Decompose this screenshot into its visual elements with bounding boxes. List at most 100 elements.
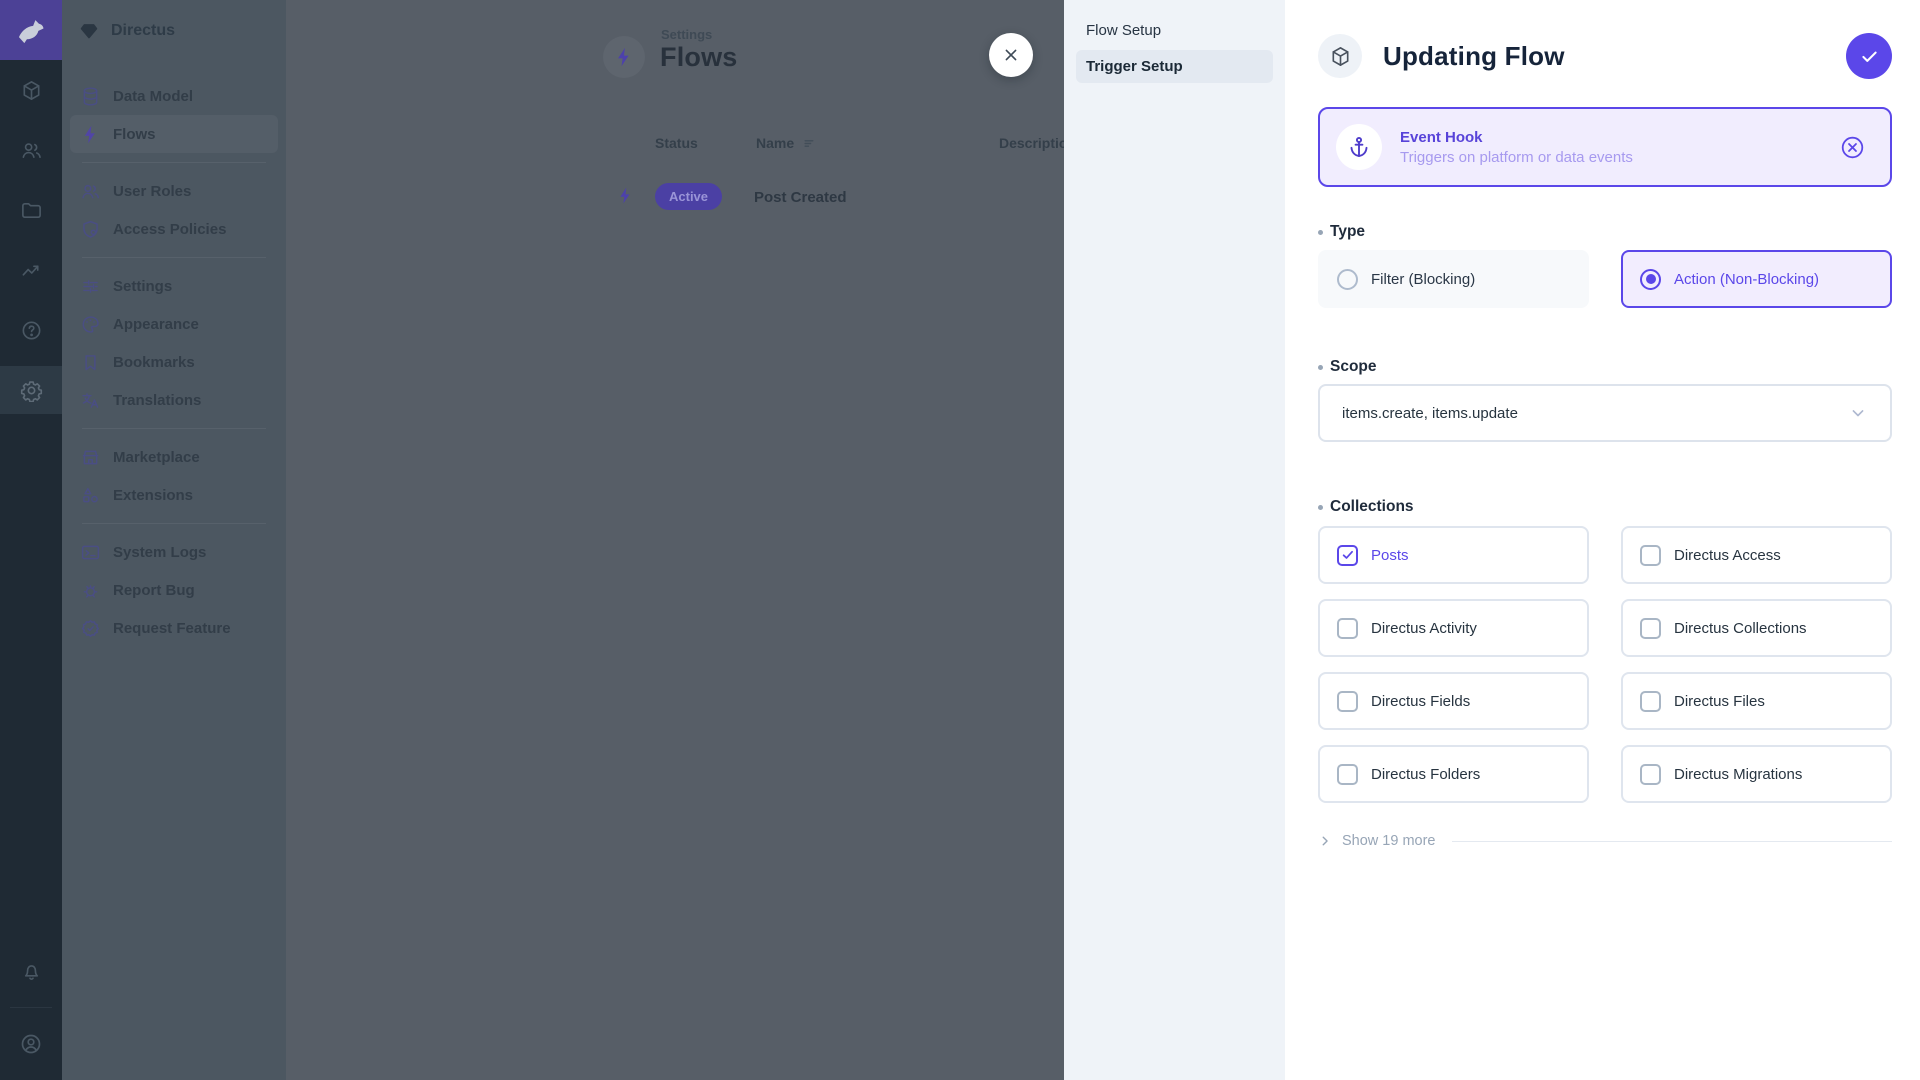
sidebar-item-settings[interactable]: Settings: [70, 267, 278, 305]
checkbox-directus-fields[interactable]: Directus Fields: [1318, 672, 1589, 730]
sidebar-item-extensions[interactable]: Extensions: [70, 476, 278, 514]
status-badge[interactable]: Active: [655, 183, 722, 210]
radio-icon: [1640, 269, 1661, 290]
palette-icon: [80, 314, 101, 335]
module-bar-divider: [10, 1007, 52, 1008]
field-label-collections: Collections: [1318, 498, 1892, 516]
sidebar-item-request-feature[interactable]: Request Feature: [70, 609, 278, 647]
radio-action-non-blocking[interactable]: Action (Non-Blocking): [1621, 250, 1892, 308]
project-header[interactable]: Directus: [62, 0, 286, 62]
drawer-title-icon-circle: [1318, 34, 1362, 78]
checkbox-icon: [1640, 691, 1661, 712]
drawer-title: Updating Flow: [1383, 41, 1565, 72]
sidebar-item-bookmarks[interactable]: Bookmarks: [70, 343, 278, 381]
users-icon: [20, 139, 43, 162]
bolt-icon: [80, 124, 101, 145]
sidebar-item-label: User Roles: [113, 183, 191, 200]
module-files[interactable]: [0, 180, 62, 240]
project-nav: Directus Data Model Flows User Roles Acc…: [62, 0, 286, 1080]
sidebar-item-access-policies[interactable]: Access Policies: [70, 210, 278, 248]
remove-trigger-button[interactable]: [1839, 134, 1866, 161]
sidebar-item-report-bug[interactable]: Report Bug: [70, 571, 278, 609]
checkbox-directus-migrations[interactable]: Directus Migrations: [1621, 745, 1892, 803]
show-more-button[interactable]: Show 19 more: [1318, 833, 1892, 849]
module-insights[interactable]: [0, 240, 62, 300]
checkbox-directus-activity[interactable]: Directus Activity: [1318, 599, 1589, 657]
sidebar-item-appearance[interactable]: Appearance: [70, 305, 278, 343]
project-name: Directus: [111, 22, 175, 40]
flow-name[interactable]: Post Created: [754, 189, 847, 206]
show-more-divider: [1452, 841, 1893, 842]
folder-icon: [20, 199, 43, 222]
sidebar-item-user-roles[interactable]: User Roles: [70, 172, 278, 210]
module-settings[interactable]: [0, 366, 62, 414]
checkbox-label: Directus Collections: [1674, 620, 1807, 637]
seal-check-icon: [80, 618, 101, 639]
breadcrumb[interactable]: Settings: [661, 27, 712, 42]
check-icon: [1859, 46, 1880, 67]
sidebar-item-label: Report Bug: [113, 582, 195, 599]
radio-label: Action (Non-Blocking): [1674, 271, 1819, 288]
sidebar-item-data-model[interactable]: Data Model: [70, 77, 278, 115]
checkbox-icon: [1337, 764, 1358, 785]
sidebar-item-label: Settings: [113, 278, 172, 295]
notifications-button[interactable]: [0, 941, 62, 1001]
trending-icon: [20, 259, 43, 282]
module-bar: [0, 0, 62, 1080]
drawer-nav-trigger-setup[interactable]: Trigger Setup: [1076, 50, 1273, 83]
scope-select[interactable]: items.create, items.update: [1318, 384, 1892, 442]
show-more-label: Show 19 more: [1342, 833, 1436, 849]
column-header-status[interactable]: Status: [655, 135, 698, 151]
sidebar-item-flows[interactable]: Flows: [70, 115, 278, 153]
field-type: Type Filter (Blocking) Action (Non-Block…: [1318, 223, 1892, 308]
module-content[interactable]: [0, 60, 62, 120]
drawer-nav-flow-setup[interactable]: Flow Setup: [1076, 14, 1273, 47]
profile-button[interactable]: [0, 1014, 62, 1074]
sidebar-item-label: Bookmarks: [113, 354, 195, 371]
page-icon-circle: [603, 36, 645, 78]
sidebar-item-label: Request Feature: [113, 620, 231, 637]
trigger-card-subtitle: Triggers on platform or data events: [1400, 149, 1633, 166]
anchor-icon: [1336, 124, 1382, 170]
shapes-icon: [80, 485, 101, 506]
module-users[interactable]: [0, 120, 62, 180]
sidebar-item-label: Access Policies: [113, 221, 226, 238]
flows-page: Settings Flows Status Name Description A…: [286, 0, 1064, 1080]
trigger-type-card[interactable]: Event Hook Triggers on platform or data …: [1318, 107, 1892, 187]
checkbox-directus-folders[interactable]: Directus Folders: [1318, 745, 1589, 803]
radio-label: Filter (Blocking): [1371, 271, 1475, 288]
rabbit-logo-icon: [14, 13, 48, 47]
sidebar-item-label: Extensions: [113, 487, 193, 504]
radio-filter-blocking[interactable]: Filter (Blocking): [1318, 250, 1589, 308]
checkbox-icon: [1337, 691, 1358, 712]
sidebar-item-translations[interactable]: Translations: [70, 381, 278, 419]
checkbox-label: Directus Files: [1674, 693, 1765, 710]
checkbox-label: Directus Fields: [1371, 693, 1470, 710]
bookmark-icon: [80, 352, 101, 373]
close-drawer-button[interactable]: [989, 33, 1033, 77]
checkbox-directus-files[interactable]: Directus Files: [1621, 672, 1892, 730]
users-icon: [80, 181, 101, 202]
module-docs[interactable]: [0, 300, 62, 360]
nav-divider: [82, 162, 266, 163]
column-header-name[interactable]: Name: [756, 135, 816, 151]
sidebar-item-system-logs[interactable]: System Logs: [70, 533, 278, 571]
checkbox-label: Directus Access: [1674, 547, 1781, 564]
checkbox-posts[interactable]: Posts: [1318, 526, 1589, 584]
checkbox-directus-access[interactable]: Directus Access: [1621, 526, 1892, 584]
help-icon: [20, 319, 43, 342]
checkbox-icon: [1337, 618, 1358, 639]
checkbox-label: Directus Migrations: [1674, 766, 1802, 783]
save-button[interactable]: [1846, 33, 1892, 79]
sidebar-item-label: Translations: [113, 392, 201, 409]
directus-logo[interactable]: [0, 0, 62, 60]
trigger-card-title: Event Hook: [1400, 129, 1633, 146]
close-icon: [1001, 45, 1021, 65]
checkbox-label: Directus Folders: [1371, 766, 1480, 783]
checkbox-label: Posts: [1371, 547, 1409, 564]
sidebar-item-marketplace[interactable]: Marketplace: [70, 438, 278, 476]
checkbox-directus-collections[interactable]: Directus Collections: [1621, 599, 1892, 657]
drawer-panel: Updating Flow Event Hook Triggers on pla…: [1285, 0, 1920, 1080]
sidebar-item-label: Appearance: [113, 316, 199, 333]
chevron-right-icon: [1318, 834, 1332, 848]
